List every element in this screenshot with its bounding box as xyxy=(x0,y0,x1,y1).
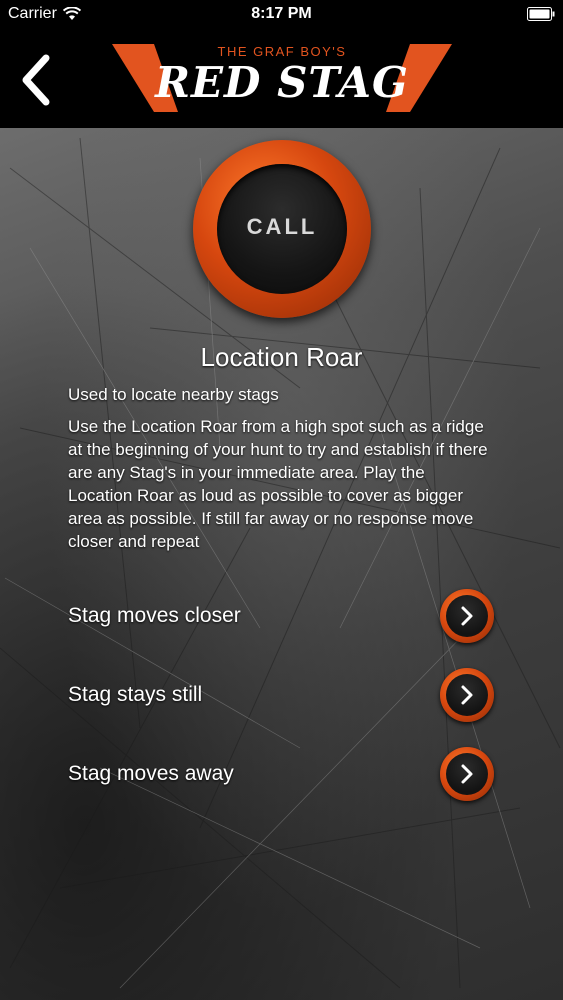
status-bar: Carrier 8:17 PM xyxy=(0,0,563,30)
chevron-left-icon xyxy=(22,54,50,106)
app-header: Carrier 8:17 PM THE GRAF BOY'S RED STAG xyxy=(0,0,563,128)
response-label: Stag moves away xyxy=(68,762,234,785)
response-row-closer[interactable]: Stag moves closer xyxy=(68,588,494,644)
chevron-right-icon xyxy=(446,753,488,795)
back-button[interactable] xyxy=(10,50,60,110)
screen: Carrier 8:17 PM THE GRAF BOY'S RED STAG … xyxy=(0,0,563,1000)
response-label: Stag moves closer xyxy=(68,604,241,627)
battery-icon xyxy=(527,7,555,21)
status-time: 8:17 PM xyxy=(251,5,312,22)
logo-title: RED STAG xyxy=(155,58,409,107)
call-subtitle: Used to locate nearby stags xyxy=(68,385,279,404)
call-description: Use the Location Roar from a high spot s… xyxy=(68,417,488,551)
chevron-right-icon xyxy=(446,595,488,637)
call-details: Location Roar Used to locate nearby stag… xyxy=(0,0,563,1000)
chevron-right-icon xyxy=(446,674,488,716)
call-title: Location Roar xyxy=(200,342,363,372)
logo-subtitle: THE GRAF BOY'S xyxy=(217,44,347,59)
response-row-away[interactable]: Stag moves away xyxy=(68,746,494,802)
app-logo: THE GRAF BOY'S RED STAG xyxy=(112,40,452,116)
response-next-button[interactable] xyxy=(440,668,494,722)
response-row-still[interactable]: Stag stays still xyxy=(68,667,494,723)
response-next-button[interactable] xyxy=(440,747,494,801)
response-next-button[interactable] xyxy=(440,589,494,643)
response-label: Stag stays still xyxy=(68,683,203,706)
